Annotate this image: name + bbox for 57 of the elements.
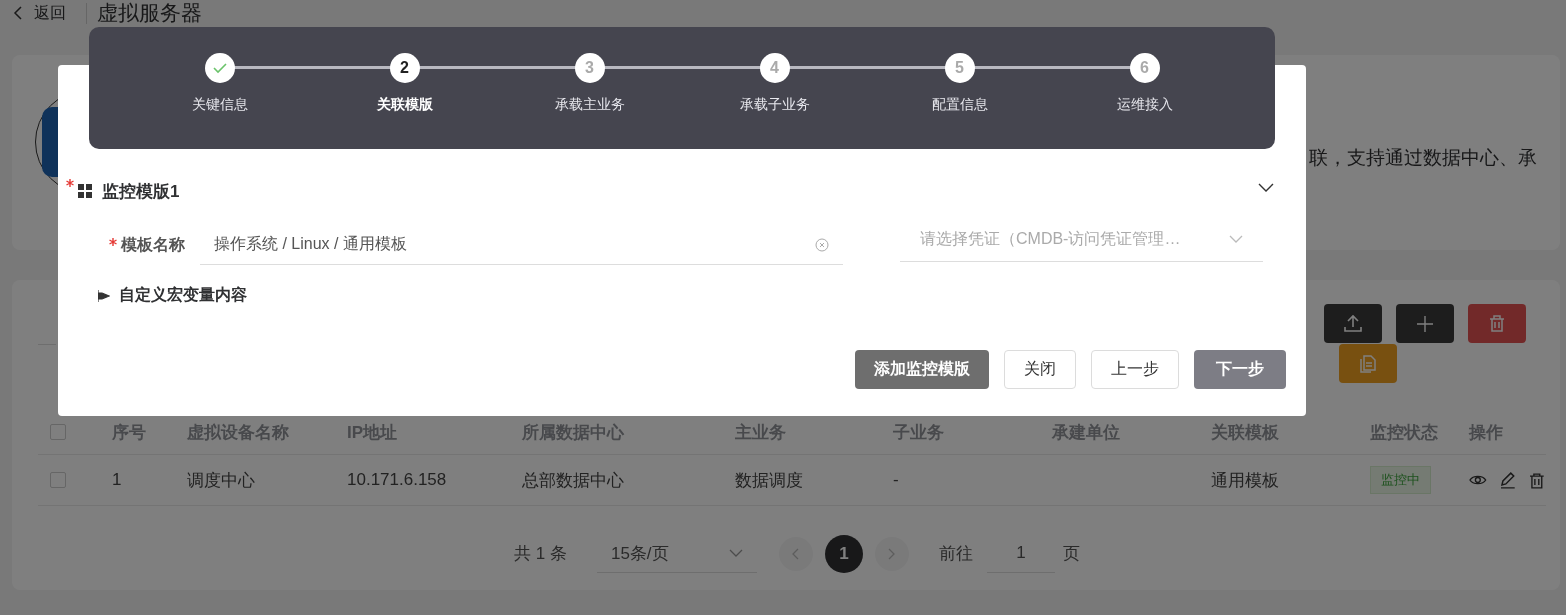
previous-page-button[interactable]: [778, 536, 813, 571]
expand-arrow-icon[interactable]: [98, 289, 110, 302]
table-cell: 10.171.6.158: [347, 470, 447, 490]
trash-icon[interactable]: [1528, 471, 1546, 489]
goto-page-field[interactable]: 1: [986, 534, 1055, 573]
step-label: 配置信息: [931, 96, 988, 114]
row-checkbox[interactable]: [50, 472, 66, 488]
dialog-button[interactable]: 上一步: [1091, 350, 1179, 389]
table-cell-text: 数据调度: [735, 469, 803, 492]
step-circle: 2: [389, 53, 420, 83]
add-template-button[interactable]: 添加监控模版: [855, 350, 989, 389]
chevron-right-icon: [888, 547, 896, 560]
upload-icon: [1342, 312, 1364, 335]
upload-button[interactable]: [1324, 304, 1382, 343]
table-cell-text: 调度中心: [187, 469, 255, 492]
step-label: 运维接入: [1116, 96, 1173, 114]
credential-select[interactable]: 请选择凭证（CMDB-访问凭证管理…: [900, 217, 1263, 262]
dialog-button[interactable]: 关闭: [1004, 350, 1076, 389]
template-field[interactable]: 操作系统 / Linux / 通用模板: [200, 225, 843, 265]
next-button[interactable]: 下一步: [1194, 350, 1286, 389]
step-circle: 5: [944, 53, 975, 83]
table-cell: -: [893, 470, 899, 490]
step-label: 关联模版: [376, 96, 433, 114]
edit-icon[interactable]: [1498, 471, 1517, 489]
chevron-left-icon: [792, 547, 800, 560]
table-cell-text: 总部数据中心: [522, 469, 624, 492]
next-page-button[interactable]: [874, 536, 909, 571]
page-title: 虚拟服务器: [97, 0, 202, 26]
chevron-down-icon: [1229, 234, 1243, 244]
section-title: 监控模版1: [102, 180, 180, 203]
status-badge: 监控中: [1370, 466, 1431, 494]
grid-icon: [78, 184, 92, 198]
page-size-select[interactable]: 15条/页: [596, 534, 757, 573]
add-button[interactable]: [1396, 304, 1454, 343]
copy-icon: [1357, 352, 1379, 375]
clear-icon[interactable]: [815, 237, 829, 252]
step-circle: 6: [1129, 53, 1160, 83]
macro-section-toggle[interactable]: 自定义宏变量内容: [119, 285, 247, 306]
copy-button[interactable]: [1339, 344, 1397, 383]
back-link[interactable]: 返回: [12, 2, 87, 24]
delete-button[interactable]: [1468, 304, 1526, 343]
total-count: 共 1 条: [514, 543, 567, 565]
step-circle: 3: [574, 53, 605, 83]
page-unit-label: 页: [1062, 543, 1080, 565]
field-label: 模板名称: [121, 234, 185, 255]
step-label: 承载主业务: [554, 96, 625, 114]
description-text: 联，支持通过数据中心、承: [1309, 146, 1537, 170]
step-circle: 4: [759, 53, 790, 83]
table-cell: 1: [112, 470, 122, 490]
step-label: 承载子业务: [739, 96, 810, 114]
page-button[interactable]: 1: [824, 534, 863, 573]
goto-label: 前往: [938, 543, 973, 565]
chevron-down-icon: [728, 548, 743, 558]
step-label: 关键信息: [191, 96, 248, 114]
table-cell-text: 通用模板: [1211, 469, 1279, 492]
select-all-checkbox[interactable]: [50, 424, 66, 440]
check-icon: [212, 62, 227, 74]
